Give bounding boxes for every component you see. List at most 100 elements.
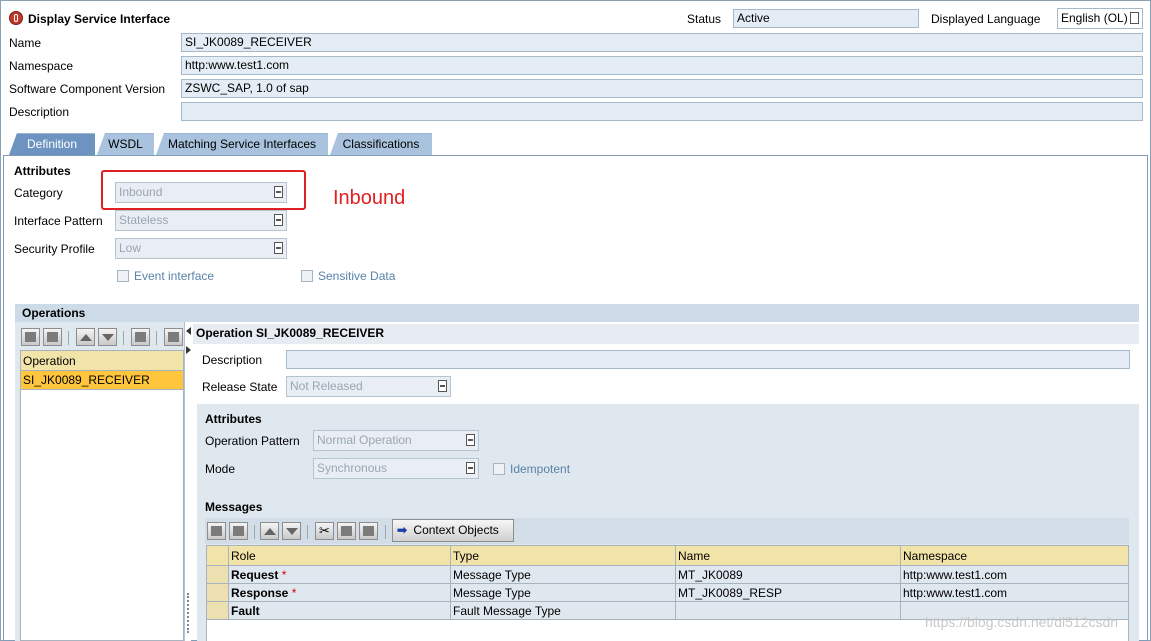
name-cell[interactable]: MT_JK0089 (675, 565, 901, 584)
operations-list: Operation SI_JK0089_RECEIVER (20, 350, 184, 641)
msg-move-down-button[interactable] (282, 522, 301, 540)
table-row[interactable]: Response * Message Type MT_JK0089_RESP h… (206, 583, 1129, 602)
column-header-type[interactable]: Type (450, 545, 676, 566)
required-marker: * (291, 585, 297, 600)
operation-pattern-label: Operation Pattern (205, 434, 300, 448)
dropdown-icon (1130, 12, 1139, 24)
copy-icon (341, 526, 352, 536)
toolbar-separator (307, 525, 308, 539)
details-icon (168, 332, 179, 342)
column-header-name[interactable]: Name (675, 545, 901, 566)
language-select[interactable]: English (OL) (1057, 8, 1143, 29)
row-selector-header (206, 545, 229, 566)
toolbar-separator (156, 331, 157, 345)
swcv-label: Software Component Version (9, 82, 166, 96)
cut-button[interactable]: ✂ (315, 522, 334, 540)
insert-row-icon (211, 526, 222, 536)
watermark: https://blog.csdn.net/dl512csdn (925, 614, 1119, 630)
mode-label: Mode (205, 462, 236, 476)
type-cell: Message Type (450, 583, 676, 602)
msg-insert-row-button[interactable] (207, 522, 226, 540)
interface-pattern-select[interactable]: Stateless (115, 210, 287, 231)
required-marker: * (281, 567, 287, 582)
role-cell: Response * (228, 583, 451, 602)
security-profile-select[interactable]: Low (115, 238, 287, 259)
description-field[interactable] (181, 102, 1143, 121)
scissors-icon: ✂ (319, 523, 330, 538)
column-header-role[interactable]: Role (228, 545, 451, 566)
msg-move-up-button[interactable] (260, 522, 279, 540)
description-label: Description (9, 105, 70, 119)
role-value: Request (231, 567, 279, 582)
category-label: Category (14, 186, 63, 200)
msg-copy-button[interactable] (337, 522, 356, 540)
tab-matching-service-interfaces[interactable]: Matching Service Interfaces (156, 133, 328, 155)
status-field: Active (733, 9, 919, 28)
row-selector[interactable] (206, 583, 229, 602)
name-cell[interactable] (675, 601, 901, 620)
dropdown-icon (438, 380, 447, 392)
operations-header-bar (15, 304, 1139, 322)
operations-list-item[interactable]: SI_JK0089_RECEIVER (21, 371, 183, 390)
arrow-down-icon (286, 528, 298, 535)
interface-pattern-value: Stateless (119, 213, 169, 227)
security-profile-label: Security Profile (14, 242, 95, 256)
delete-row-button[interactable] (43, 328, 62, 346)
role-value: Response (231, 585, 289, 600)
mode-select[interactable]: Synchronous (313, 458, 479, 479)
name-label: Name (9, 36, 42, 50)
role-cell: Request * (228, 565, 451, 584)
release-state-value: Not Released (290, 379, 363, 393)
tab-wsdl[interactable]: WSDL (97, 133, 154, 155)
move-down-button[interactable] (98, 328, 117, 346)
splitter-handle[interactable] (185, 325, 191, 641)
security-profile-value: Low (119, 241, 142, 255)
context-objects-button[interactable]: ➡ Context Objects (392, 519, 514, 542)
operation-pattern-select[interactable]: Normal Operation (313, 430, 479, 451)
toolbar-separator (385, 525, 386, 539)
column-header-namespace[interactable]: Namespace (900, 545, 1129, 566)
name-cell[interactable]: MT_JK0089_RESP (675, 583, 901, 602)
delete-row-icon (233, 526, 244, 536)
row-selector[interactable] (206, 601, 229, 620)
annotation-text: Inbound (333, 187, 406, 209)
msg-delete-row-button[interactable] (229, 522, 248, 540)
insert-row-button[interactable] (21, 328, 40, 346)
toolbar-separator (68, 331, 69, 345)
swcv-field: ZSWC_SAP, 1.0 of sap (181, 79, 1143, 98)
window-title: Display Service Interface (28, 12, 171, 26)
release-state-select[interactable]: Not Released (286, 376, 451, 397)
copy-button[interactable] (131, 328, 150, 346)
type-cell: Message Type (450, 565, 676, 584)
operations-list-header: Operation (21, 351, 183, 371)
op-description-label: Description (202, 353, 263, 367)
name-field: SI_JK0089_RECEIVER (181, 33, 1143, 52)
dropdown-icon (274, 214, 283, 226)
arrow-down-icon (102, 334, 114, 341)
mode-value: Synchronous (317, 461, 388, 475)
event-interface-checkbox[interactable] (117, 270, 129, 282)
move-up-button[interactable] (76, 328, 95, 346)
arrow-up-icon (80, 334, 92, 341)
sensitive-data-checkbox[interactable] (301, 270, 313, 282)
app-icon (9, 11, 23, 25)
messages-heading: Messages (205, 500, 263, 514)
delete-row-icon (47, 332, 58, 342)
tab-definition[interactable]: Definition (9, 133, 95, 155)
operation-detail-title: Operation SI_JK0089_RECEIVER (196, 326, 385, 340)
role-cell: Fault (228, 601, 451, 620)
type-cell: Fault Message Type (450, 601, 676, 620)
op-description-field[interactable] (286, 350, 1130, 369)
event-interface-label: Event interface (134, 269, 215, 283)
row-selector[interactable] (206, 565, 229, 584)
paste-button[interactable] (359, 522, 378, 540)
namespace-cell: http:www.test1.com (900, 583, 1129, 602)
tab-classifications[interactable]: Classifications (330, 133, 432, 155)
details-button[interactable] (164, 328, 183, 346)
table-row[interactable]: Request * Message Type MT_JK0089 http:ww… (206, 565, 1129, 584)
namespace-cell: http:www.test1.com (900, 565, 1129, 584)
messages-table: Role Type Name Namespace Request * Messa… (206, 545, 1129, 620)
idempotent-checkbox[interactable] (493, 463, 505, 475)
operations-heading: Operations (22, 306, 86, 320)
paste-icon (363, 526, 374, 536)
